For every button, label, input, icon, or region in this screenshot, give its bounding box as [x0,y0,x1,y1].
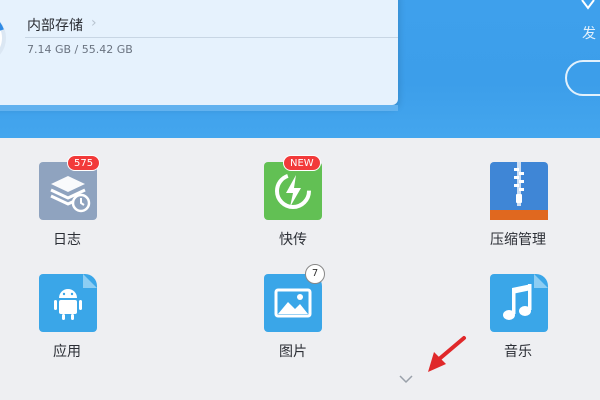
grid-item-images[interactable]: 7 图片 [233,264,353,377]
grid-item-label: 快传 [279,232,307,248]
storage-size-text: 7.14 GB / 55.42 GB [27,43,133,56]
storage-title: 内部存储 [27,18,83,34]
badge-new: NEW [283,155,321,171]
grid-item-quick-transfer[interactable]: NEW 快传 [233,155,353,265]
grid-item-label: 图片 [279,344,307,360]
header-right-label: 发 [582,26,596,42]
badge-count: 7 [305,264,325,284]
grid-item-label: 应用 [53,344,81,360]
grid-item-music[interactable]: 音乐 [458,267,578,377]
grid-item-label: 音乐 [504,344,532,360]
header-right-button[interactable] [565,60,600,96]
internal-storage-card[interactable]: % 内部存储 › 7.14 GB / 55.42 GB [0,0,398,105]
music-note-icon [490,274,548,332]
grid-item-apps[interactable]: 应用 [7,267,127,377]
android-icon [39,274,97,332]
chevron-right-icon: › [91,15,97,31]
grid-item-log[interactable]: 575 日志 [7,155,127,265]
badge-count: 575 [67,155,101,171]
zip-archive-icon [490,162,548,220]
chevron-down-icon[interactable] [398,374,414,384]
card-shadow-strip [0,105,398,111]
storage-usage-ring-icon: % [0,21,6,55]
divider [25,37,398,38]
header-banner: % 内部存储 › 7.14 GB / 55.42 GB 发 [0,0,600,138]
edge-icon-fragment [581,0,595,10]
grid-item-label: 日志 [53,232,81,248]
red-annotation-arrow-icon [428,336,466,372]
grid-item-zip-manager[interactable]: 压缩管理 [458,155,578,265]
grid-item-label: 压缩管理 [490,232,546,248]
